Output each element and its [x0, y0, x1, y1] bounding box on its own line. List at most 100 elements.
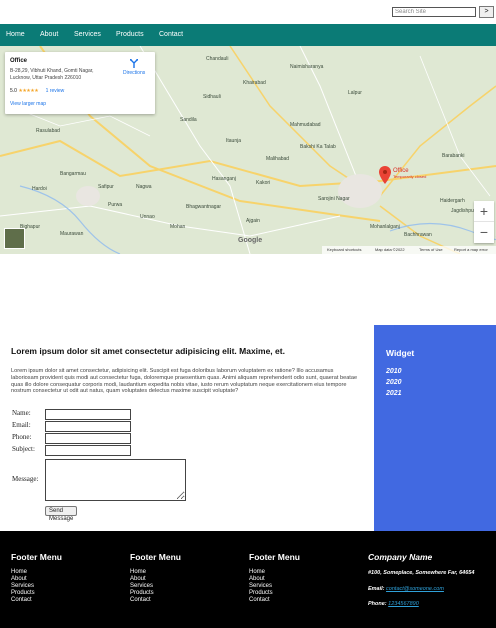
map-place-label: Maurawan [60, 231, 84, 237]
send-message-button[interactable]: Send Message [45, 506, 78, 522]
footer-menu-heading: Footer Menu [11, 552, 62, 562]
footer-link[interactable]: Products [130, 590, 181, 597]
embedded-map[interactable]: Chandauli Sidhauli Sandila Mahmudabad Ba… [0, 46, 496, 254]
satellite-toggle[interactable] [4, 228, 25, 249]
footer-link[interactable]: About [11, 576, 62, 583]
phone-field[interactable] [45, 433, 131, 444]
footer-link[interactable]: Home [11, 569, 62, 576]
nav-services[interactable]: Services [74, 31, 101, 38]
footer-link[interactable]: Services [249, 583, 300, 590]
name-field[interactable] [45, 409, 131, 420]
widget-title: Widget [386, 348, 415, 358]
map-pin-icon[interactable] [379, 166, 391, 184]
footer: Footer Menu Home About Services Products… [0, 531, 496, 628]
zoom-out-button[interactable]: − [474, 222, 494, 243]
map-place-label: Bangarmau [60, 171, 86, 177]
message-field[interactable] [45, 459, 186, 501]
keyboard-shortcuts-link[interactable]: Keyboard shortcuts [327, 246, 361, 254]
map-place-label: Mahmudabad [290, 122, 321, 128]
view-larger-map-link[interactable]: View larger map [10, 101, 46, 107]
map-place-label: Malihabad [266, 156, 290, 162]
widget-panel: Widget 2010 2020 2021 [374, 325, 496, 531]
footer-link[interactable]: Contact [130, 597, 181, 604]
nav-about[interactable]: About [40, 31, 58, 38]
review-link[interactable]: 1 review [46, 88, 65, 94]
footer-menu: Footer Menu Home About Services Products… [11, 552, 62, 604]
map-place-label: Bhagwantnagar [186, 204, 222, 210]
directions-link[interactable]: Directions [123, 70, 145, 76]
map-place-label: Haidergarh [440, 198, 465, 204]
map-place-label: Mohan [170, 224, 186, 230]
place-rating: 5.0 ★★★★★ 1 review [10, 88, 64, 94]
terms-link[interactable]: Terms of Use [419, 246, 443, 254]
zoom-control: + − [474, 201, 494, 243]
map-place-label: Kakori [256, 180, 271, 186]
email-link[interactable]: contact@someone.com [386, 586, 444, 592]
map-place-label: Chandauli [206, 56, 229, 62]
email-label: Email: [368, 586, 385, 592]
footer-link[interactable]: Products [11, 590, 62, 597]
footer-link[interactable]: Products [249, 590, 300, 597]
map-place-label: Khairabad [243, 80, 266, 86]
footer-menu: Footer Menu Home About Services Products… [130, 552, 181, 604]
map-place-label: Sandila [180, 117, 197, 123]
main-content: Lorem ipsum dolor sit amet consectetur a… [11, 346, 366, 522]
footer-link[interactable]: Home [130, 569, 181, 576]
nav-products[interactable]: Products [116, 31, 144, 38]
name-label: Name: [12, 409, 31, 417]
map-place-label: Lalpur [348, 90, 362, 96]
google-logo: Google [238, 237, 263, 244]
zoom-in-button[interactable]: + [474, 201, 494, 222]
map-place-label: Bachhrawan [404, 232, 432, 238]
phone-link[interactable]: 1234567890 [388, 601, 419, 607]
map-place-label: Jagdishpur [451, 208, 476, 214]
company-address: #100, Someplace, Somewhere Far, 64654 [368, 570, 475, 576]
map-place-label: Nagwa [136, 184, 152, 190]
widget-year-link[interactable]: 2021 [386, 390, 402, 397]
map-place-label: Hasanganj [212, 176, 236, 182]
map-place-label: Mohanlalganj [370, 224, 400, 230]
email-field[interactable] [45, 421, 131, 432]
pin-status: Temporarily closed [393, 174, 427, 179]
map-place-label: Ajgain [246, 218, 260, 224]
search-input[interactable] [392, 7, 476, 17]
footer-menu-heading: Footer Menu [130, 552, 181, 562]
footer-link[interactable]: About [249, 576, 300, 583]
map-place-label: Unnao [140, 214, 155, 220]
footer-menu-heading: Footer Menu [249, 552, 300, 562]
nav-home[interactable]: Home [6, 31, 25, 38]
widget-year-link[interactable]: 2020 [386, 379, 402, 386]
map-data-text: Map data ©2022 [375, 247, 405, 252]
directions-icon[interactable] [129, 58, 139, 68]
map-place-label: Itaunja [226, 138, 242, 144]
company-phone: Phone: 1234567890 [368, 601, 490, 607]
map-place-label: Sarojini Nagar [318, 196, 350, 202]
subject-field[interactable] [45, 445, 131, 456]
pin-label: Office Temporarily closed [393, 168, 426, 180]
map-info-card: Office B-28,29, Vibhuti Khand, Gomti Nag… [5, 52, 155, 114]
message-label: Message: [12, 475, 39, 483]
content-heading: Lorem ipsum dolor sit amet consectetur a… [11, 346, 285, 356]
footer-link[interactable]: About [130, 576, 181, 583]
report-error-link[interactable]: Report a map error [454, 246, 488, 254]
map-place-label: Barabanki [442, 153, 465, 159]
map-place-label: Naimisharanya [290, 64, 324, 70]
map-attribution: Keyboard shortcuts Map data ©2022 Terms … [322, 246, 496, 254]
phone-label: Phone: [12, 433, 32, 441]
nav-contact[interactable]: Contact [159, 31, 183, 38]
phone-label: Phone: [368, 601, 387, 607]
footer-link[interactable]: Contact [249, 597, 300, 604]
top-bar: > [0, 0, 496, 24]
footer-link[interactable]: Services [130, 583, 181, 590]
footer-link[interactable]: Home [249, 569, 300, 576]
search-button[interactable]: > [479, 6, 494, 18]
map-place-label: Safipur [98, 184, 114, 190]
company-name: Company Name [368, 552, 433, 562]
place-title: Office [10, 58, 28, 64]
map-place-label: Rasulabad [36, 128, 60, 134]
company-email: Email: contact@someone.com [368, 586, 490, 592]
widget-year-link[interactable]: 2010 [386, 368, 402, 375]
footer-link[interactable]: Contact [11, 597, 62, 604]
footer-link[interactable]: Services [11, 583, 62, 590]
rating-value: 5.0 [10, 88, 17, 94]
